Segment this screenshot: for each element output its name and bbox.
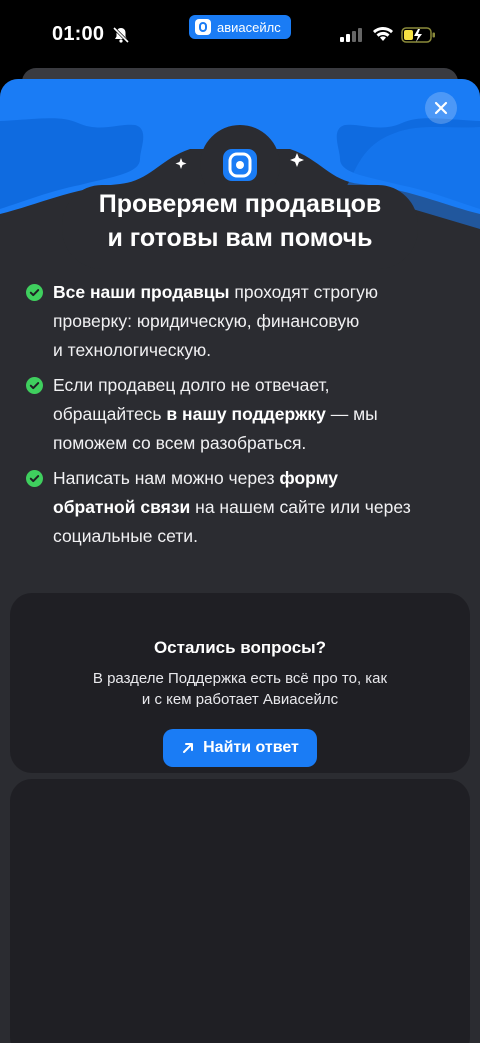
bullet-text-part: на нашем сайте или через bbox=[190, 497, 411, 517]
check-circle-icon bbox=[26, 284, 43, 301]
bullet-text-part: обращайтесь bbox=[53, 404, 167, 424]
info-bullet: Написать нам можно через форму обратной с… bbox=[26, 464, 456, 551]
bullet-text-bold: в нашу поддержку bbox=[166, 404, 326, 424]
bullet-text: Все наши продавцы проходят строгую провер… bbox=[53, 278, 456, 365]
support-card-text: В разделе Поддержка есть всё про то, как… bbox=[50, 668, 430, 710]
check-circle-icon bbox=[26, 377, 43, 394]
battery-charging-icon bbox=[401, 27, 435, 43]
find-answer-label: Найти ответ bbox=[203, 739, 299, 756]
bullet-text-part: Написать нам можно через bbox=[53, 468, 280, 488]
close-icon bbox=[434, 101, 448, 115]
wifi-icon bbox=[373, 27, 393, 41]
bullet-text: Если продавец долго не отвечает, обращайт… bbox=[53, 371, 456, 458]
bullet-text-part: Если продавец долго не отвечает, bbox=[53, 375, 330, 395]
support-card-title: Остались вопросы? bbox=[153, 638, 327, 657]
aviasales-logo-icon bbox=[195, 19, 211, 35]
bullet-text-bold: обратной связи bbox=[53, 497, 191, 517]
check-circle-icon bbox=[26, 470, 43, 487]
info-bullet-list: Все наши продавцы проходят строгую провер… bbox=[26, 278, 456, 557]
app-name: авиасейлс bbox=[217, 19, 281, 35]
bullet-text-part: социальные сети. bbox=[53, 526, 198, 546]
modal-title: Проверяем продавцов и готовы вам помочь bbox=[0, 187, 480, 255]
arrow-up-right-icon bbox=[183, 743, 194, 753]
bullet-text-bold: Все наши продавцы bbox=[53, 282, 230, 302]
bullet-text-bold: форму bbox=[279, 468, 339, 488]
close-button[interactable] bbox=[425, 92, 457, 124]
status-bar: 01:00 авиасейлс bbox=[0, 0, 480, 70]
title-line-2: и готовы вам помочь bbox=[107, 224, 373, 252]
bullet-text-part: поможем со всем разобраться. bbox=[53, 433, 307, 453]
support-text-line-2: и с кем работает Авиасейлс bbox=[141, 691, 339, 708]
support-card: Остались вопросы? В разделе Поддержка ес… bbox=[10, 593, 470, 773]
find-answer-button[interactable]: Найти ответ bbox=[163, 729, 317, 767]
clock: 01:00 bbox=[52, 23, 105, 45]
bullet-text: Написать нам можно через форму обратной с… bbox=[53, 464, 456, 551]
title-line-1: Проверяем продавцов bbox=[98, 190, 382, 218]
muted-bell-icon bbox=[112, 26, 130, 44]
lower-card bbox=[10, 779, 470, 1043]
bullet-text-part: проверку: юридическую, финансовую bbox=[53, 311, 360, 331]
bullet-text-part: и технологическую. bbox=[53, 340, 212, 360]
info-bullet: Все наши продавцы проходят строгую провер… bbox=[26, 278, 456, 365]
bullet-text-part: — мы bbox=[325, 404, 378, 424]
support-text-line-1: В разделе Поддержка есть всё про то, как bbox=[92, 670, 388, 687]
info-modal: Проверяем продавцов и готовы вам помочь … bbox=[0, 79, 480, 1043]
cellular-signal-icon bbox=[340, 28, 362, 42]
info-bullet: Если продавец долго не отвечает, обращайт… bbox=[26, 371, 456, 458]
bullet-text-part: проходят строгую bbox=[229, 282, 379, 302]
back-to-app-pill[interactable]: авиасейлс bbox=[189, 15, 291, 39]
